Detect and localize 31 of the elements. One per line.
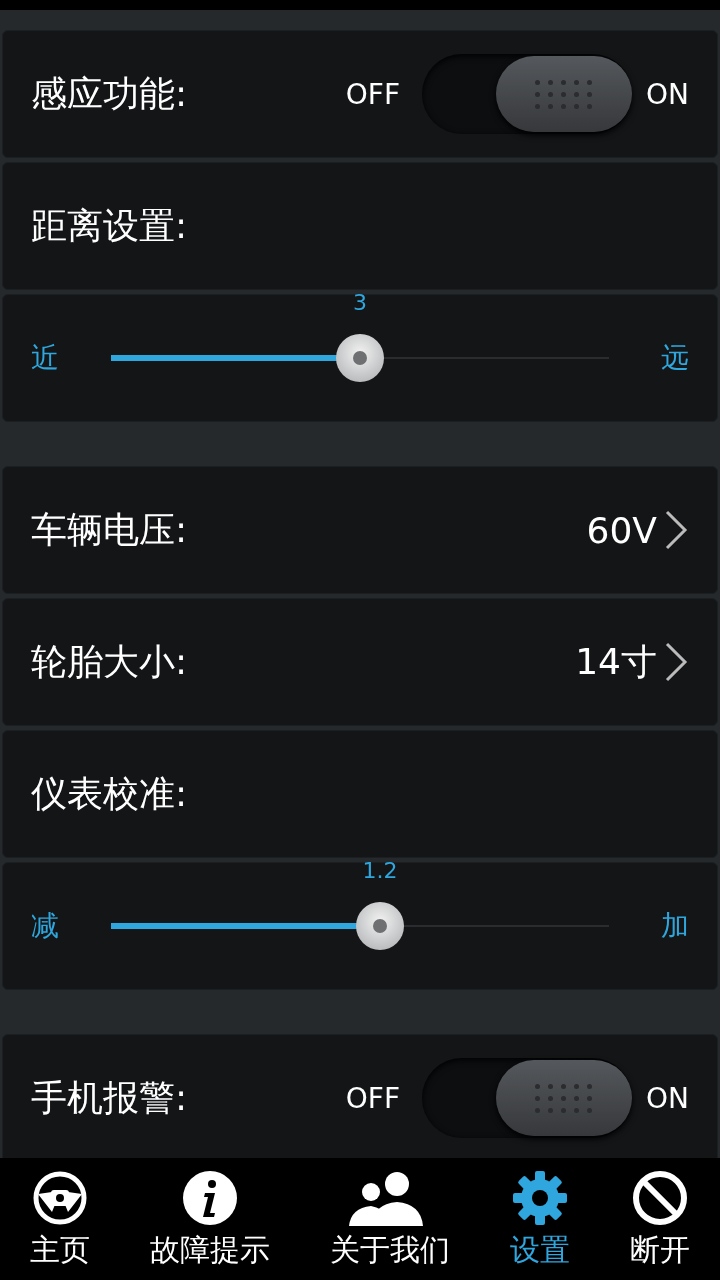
min-label: 减 (31, 908, 59, 944)
off-label: OFF (345, 77, 400, 111)
on-label: ON (646, 1081, 689, 1115)
setting-label: 感应功能: (31, 71, 189, 116)
slider-thumb[interactable] (355, 902, 404, 950)
setting-label: 手机报警: (31, 1075, 189, 1120)
max-label: 远 (661, 340, 689, 376)
nav-tab[interactable]: 主页 (30, 1167, 90, 1271)
slider-reading: 1.2 (362, 858, 398, 883)
nav-tab[interactable]: 断开 (630, 1167, 690, 1271)
setting-value: 14寸 (575, 639, 657, 684)
setting-label: 车辆电压: (31, 507, 189, 552)
slider[interactable] (111, 334, 609, 382)
slider-reading: 3 (353, 290, 367, 315)
setting-label: 轮胎大小: (31, 639, 189, 684)
setting-row[interactable]: 轮胎大小: 14寸 (2, 598, 718, 726)
nav-tab[interactable]: 设置 (510, 1167, 570, 1271)
nav-tab[interactable]: 故障提示 (150, 1167, 270, 1271)
chevron-right-icon (663, 509, 689, 551)
slider[interactable] (111, 902, 609, 950)
on-label: ON (646, 77, 689, 111)
min-label: 近 (31, 340, 59, 376)
nav-tab[interactable]: 关于我们 (330, 1167, 450, 1271)
setting-label: 仪表校准: (31, 771, 189, 816)
chevron-right-icon (663, 641, 689, 683)
max-label: 加 (661, 908, 689, 944)
off-label: OFF (345, 1081, 400, 1115)
setting-row[interactable]: 车辆电压: 60V (2, 466, 718, 594)
setting-value: 60V (586, 509, 657, 551)
setting-label: 距离设置: (31, 203, 189, 248)
slider-thumb[interactable] (336, 334, 384, 382)
